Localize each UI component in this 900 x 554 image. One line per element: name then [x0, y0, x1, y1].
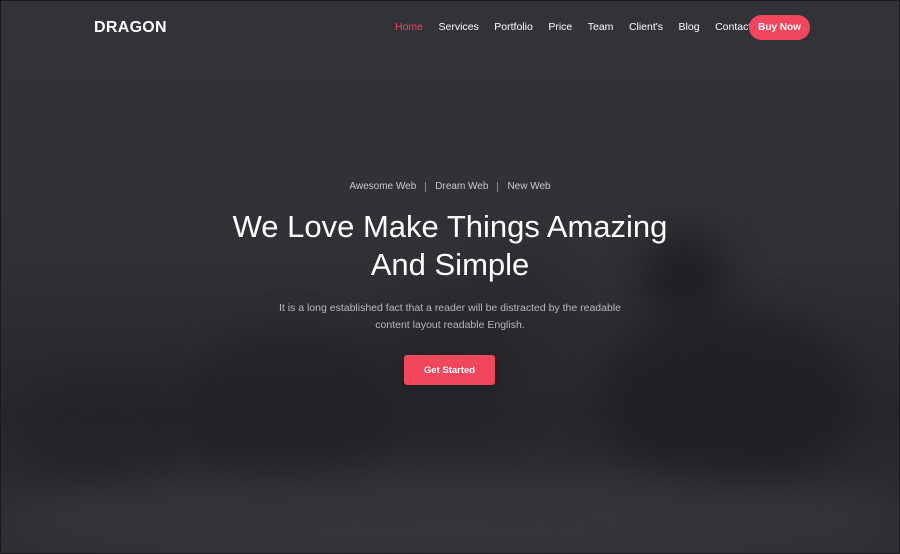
- nav-item-blog[interactable]: Blog: [679, 21, 700, 33]
- subtext-line-1: It is a long established fact that a rea…: [278, 302, 622, 314]
- nav-item-home[interactable]: Home: [395, 21, 423, 33]
- nav-item-portfolio[interactable]: Portfolio: [494, 21, 533, 33]
- subtext-line-2: content layout readable English.: [375, 319, 525, 331]
- nav-item-services[interactable]: Services: [439, 21, 479, 33]
- hero-subtext: It is a long established fact that a rea…: [0, 300, 900, 334]
- headline-line-1: We Love Make Things Amazing: [232, 209, 668, 244]
- tag-divider: [425, 181, 427, 192]
- hero-tagline: Awesome Web Dream Web New Web: [0, 181, 900, 192]
- hero-headline: We Love Make Things Amazing And Simple: [0, 208, 900, 284]
- logo[interactable]: DRAGON: [94, 19, 167, 37]
- buy-now-button[interactable]: Buy Now: [749, 15, 810, 40]
- headline-line-2: And Simple: [370, 247, 530, 282]
- tag-dream-web: Dream Web: [435, 181, 489, 192]
- nav-item-team[interactable]: Team: [588, 21, 614, 33]
- tag-divider: [497, 181, 499, 192]
- tag-awesome-web: Awesome Web: [349, 181, 417, 192]
- main-nav: Home Services Portfolio Price Team Clien…: [395, 21, 767, 33]
- tag-new-web: New Web: [507, 181, 551, 192]
- nav-item-clients[interactable]: Client's: [629, 21, 663, 33]
- get-started-button[interactable]: Get Started: [404, 355, 495, 385]
- nav-item-contact[interactable]: Contact: [715, 21, 751, 33]
- nav-item-price[interactable]: Price: [548, 21, 572, 33]
